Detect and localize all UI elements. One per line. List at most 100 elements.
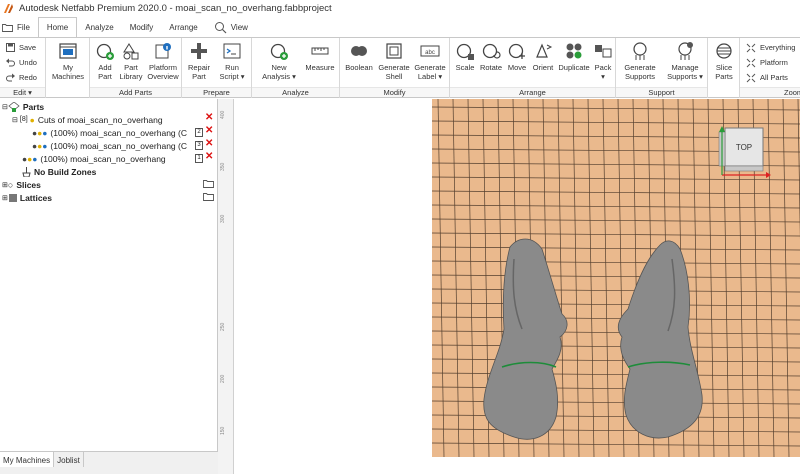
tree-node-slices[interactable]: ⊞ ○ Slices <box>2 178 41 191</box>
tab-analyze[interactable]: Analyze <box>77 17 121 37</box>
repair-part-button[interactable]: Repair Part <box>185 41 213 81</box>
parts-icon <box>8 101 20 112</box>
group-analyze: New Analysis ▾ Measure Analyze <box>252 38 340 98</box>
remove-part-icon[interactable]: ✕ <box>205 151 213 162</box>
ruler-icon <box>311 47 329 55</box>
open-folder-icon[interactable] <box>203 179 214 188</box>
undo-button[interactable]: Undo <box>6 56 37 69</box>
duplicate-icon <box>566 43 582 59</box>
save-button[interactable]: Save <box>6 41 36 54</box>
tab-file[interactable]: File <box>0 17 38 37</box>
generate-shell-button[interactable]: Generate Shell <box>377 41 411 81</box>
move-button[interactable]: Move <box>505 41 529 72</box>
tab-modify[interactable]: Modify <box>122 17 162 37</box>
part-library-button[interactable]: Part Library <box>118 41 144 81</box>
arrange-group-label: Arrange <box>450 87 615 97</box>
slice-icon <box>716 43 732 59</box>
tab-joblist[interactable]: Joblist <box>54 452 84 467</box>
support-group-label: Support <box>616 87 707 97</box>
group-support: Generate Supports Manage Supports ▾ Supp… <box>616 38 708 98</box>
mesh-color-icon[interactable]: ● <box>32 154 37 164</box>
edit-group-label[interactable]: Edit ▾ <box>0 87 45 97</box>
save-icon <box>6 43 15 52</box>
tab-home[interactable]: Home <box>37 17 78 37</box>
modify-group-label: Modify <box>340 87 449 97</box>
platform-overview-button[interactable]: Platform Overview <box>145 41 181 81</box>
zoom-all-parts-button[interactable]: All Parts <box>746 71 788 84</box>
open-folder-icon[interactable] <box>203 192 214 201</box>
search-icon <box>214 21 227 33</box>
zoom-all-parts-icon <box>746 73 756 82</box>
group-zoom: Everything Platform All Parts Zoom <box>740 38 800 98</box>
prepare-group-label: Prepare <box>182 87 251 97</box>
mesh-color-icon[interactable]: ● <box>42 141 47 151</box>
platform-overview-icon <box>155 43 171 59</box>
vertical-ruler: 400 350 300 250 200 150 <box>218 99 234 474</box>
redo-button[interactable]: Redo <box>6 71 37 84</box>
zoom-platform-button[interactable]: Platform <box>746 56 788 69</box>
remove-part-icon[interactable]: ✕ <box>205 125 213 136</box>
scale-icon <box>456 43 474 60</box>
view-cube[interactable]: TOP <box>718 126 771 178</box>
zoom-everything-button[interactable]: Everything <box>746 41 795 54</box>
zoom-everything-icon <box>746 43 756 52</box>
tab-my-machines[interactable]: My Machines <box>0 452 55 467</box>
run-script-button[interactable]: Run Script ▾ <box>216 41 248 81</box>
new-analysis-icon <box>270 43 288 60</box>
tab-arrange[interactable]: Arrange <box>161 17 205 37</box>
ruler-tick-label: 400 <box>220 110 226 119</box>
add-part-button[interactable]: Add Part <box>93 41 117 81</box>
tree-node-lattices[interactable]: ⊞ Lattices <box>2 191 52 204</box>
project-tree-panel: ⊟ Parts ⊟ [8] ● Cuts of moai_scan_no_ove… <box>0 99 218 451</box>
script-icon <box>223 43 241 59</box>
remove-cuts-icon[interactable]: ✕ <box>205 112 213 123</box>
tree-item-part[interactable]: ● ● ● (100%) moai_scan_no_overhang <box>22 152 166 165</box>
add-parts-group-label: Add Parts <box>90 87 181 97</box>
collapse-icon[interactable]: ⊟ <box>12 116 18 124</box>
pack-button[interactable]: Pack ▾ <box>592 41 614 81</box>
redo-icon <box>6 73 15 82</box>
generate-supports-button[interactable]: Generate Supports <box>620 41 660 81</box>
group-add-parts: Add Part Part Library Platform Overview … <box>90 38 182 98</box>
zoom-group-label: Zoom <box>740 87 800 97</box>
tree-node-no-build-zones[interactable]: No Build Zones <box>22 165 96 178</box>
generate-label-button[interactable]: abc Generate Label ▾ <box>413 41 447 81</box>
new-analysis-button[interactable]: New Analysis ▾ <box>258 41 300 81</box>
manage-supports-button[interactable]: Manage Supports ▾ <box>664 41 706 81</box>
build-platform[interactable]: TOP <box>432 99 800 457</box>
ruler-tick-label: 350 <box>220 162 226 171</box>
scale-button[interactable]: Scale <box>453 41 477 72</box>
undo-icon <box>6 58 15 67</box>
expand-icon[interactable]: ⊞ <box>2 194 8 202</box>
zoom-platform-icon <box>746 58 756 67</box>
lightbulb-icon[interactable]: ● <box>30 115 35 125</box>
tree-node-cuts[interactable]: ⊟ [8] ● Cuts of moai_scan_no_overhang <box>12 113 163 126</box>
printer-icon <box>59 43 77 59</box>
group-arrange: Scale Rotate Move Orient Duplicate Pack … <box>450 38 616 98</box>
ruler-tick-label: 250 <box>220 322 226 331</box>
slice-parts-button[interactable]: Slice Parts <box>710 41 738 81</box>
duplicate-button[interactable]: Duplicate <box>557 41 591 72</box>
plus-repair-icon <box>191 43 207 59</box>
manage-supports-icon <box>678 42 693 60</box>
tree-item-cut-1[interactable]: ● ● ● (100%) moai_scan_no_overhang (C <box>32 126 187 139</box>
rotate-button[interactable]: Rotate <box>478 41 504 72</box>
tree-node-parts[interactable]: ⊟ Parts <box>2 100 44 113</box>
part-number-badge: 2 <box>195 128 203 137</box>
folder-icon <box>2 23 13 32</box>
orient-icon <box>536 43 553 58</box>
boolean-icon <box>351 46 367 56</box>
mesh-color-icon[interactable]: ● <box>42 128 47 138</box>
pack-icon <box>595 45 612 58</box>
boolean-button[interactable]: Boolean <box>343 41 375 72</box>
bottom-tab-bar: My Machines Joblist <box>0 451 218 474</box>
tab-view[interactable]: View <box>206 17 256 37</box>
group-edit: Save Undo Redo Edit ▾ <box>0 38 46 98</box>
remove-part-icon[interactable]: ✕ <box>205 138 213 149</box>
measure-button[interactable]: Measure <box>302 41 338 72</box>
ribbon-tabs: File Home Analyze Modify Arrange View <box>0 17 800 37</box>
my-machines-button[interactable]: My Machines <box>51 41 85 81</box>
label-abc-icon: abc <box>420 45 440 57</box>
tree-item-cut-2[interactable]: ● ● ● (100%) moai_scan_no_overhang (C <box>32 139 187 152</box>
orient-button[interactable]: Orient <box>530 41 556 72</box>
